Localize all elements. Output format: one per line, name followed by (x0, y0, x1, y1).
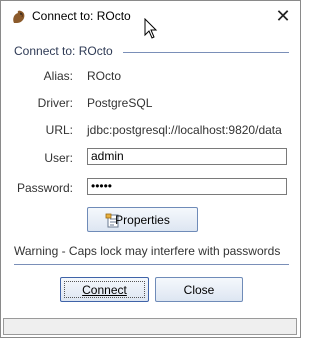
connect-dialog: Connect to: ROcto ✕ Connect to: ROcto Al… (0, 0, 301, 338)
group-divider (123, 52, 289, 53)
properties-label: Properties (115, 213, 170, 227)
driver-value: PostgreSQL (87, 96, 153, 110)
user-input[interactable]: admin (87, 148, 287, 165)
alias-label: Alias: (43, 69, 73, 83)
group-title: Connect to: ROcto (14, 44, 113, 58)
driver-label: Driver: (37, 96, 73, 110)
url-value: jdbc:postgresql://localhost:9820/data (87, 123, 282, 137)
separator (14, 264, 289, 265)
caps-lock-warning: Warning - Caps lock may interfere with p… (14, 244, 281, 258)
close-label: Close (183, 283, 215, 297)
user-label: User: (44, 151, 73, 165)
squirrel-app-icon (13, 10, 25, 23)
close-button[interactable]: Close (155, 277, 243, 302)
password-input[interactable]: ••••• (87, 178, 287, 195)
alias-value: ROcto (87, 69, 122, 83)
connect-button[interactable]: Connect (60, 277, 149, 302)
connect-label: Connect (82, 283, 127, 297)
password-label: Password: (16, 181, 73, 195)
window-title: Connect to: ROcto (32, 9, 131, 23)
mouse-cursor-icon (144, 18, 158, 39)
url-label: URL: (45, 123, 73, 137)
properties-button[interactable]: Properties (87, 207, 198, 232)
close-window-button[interactable]: ✕ (273, 6, 293, 26)
status-bar (3, 318, 297, 335)
